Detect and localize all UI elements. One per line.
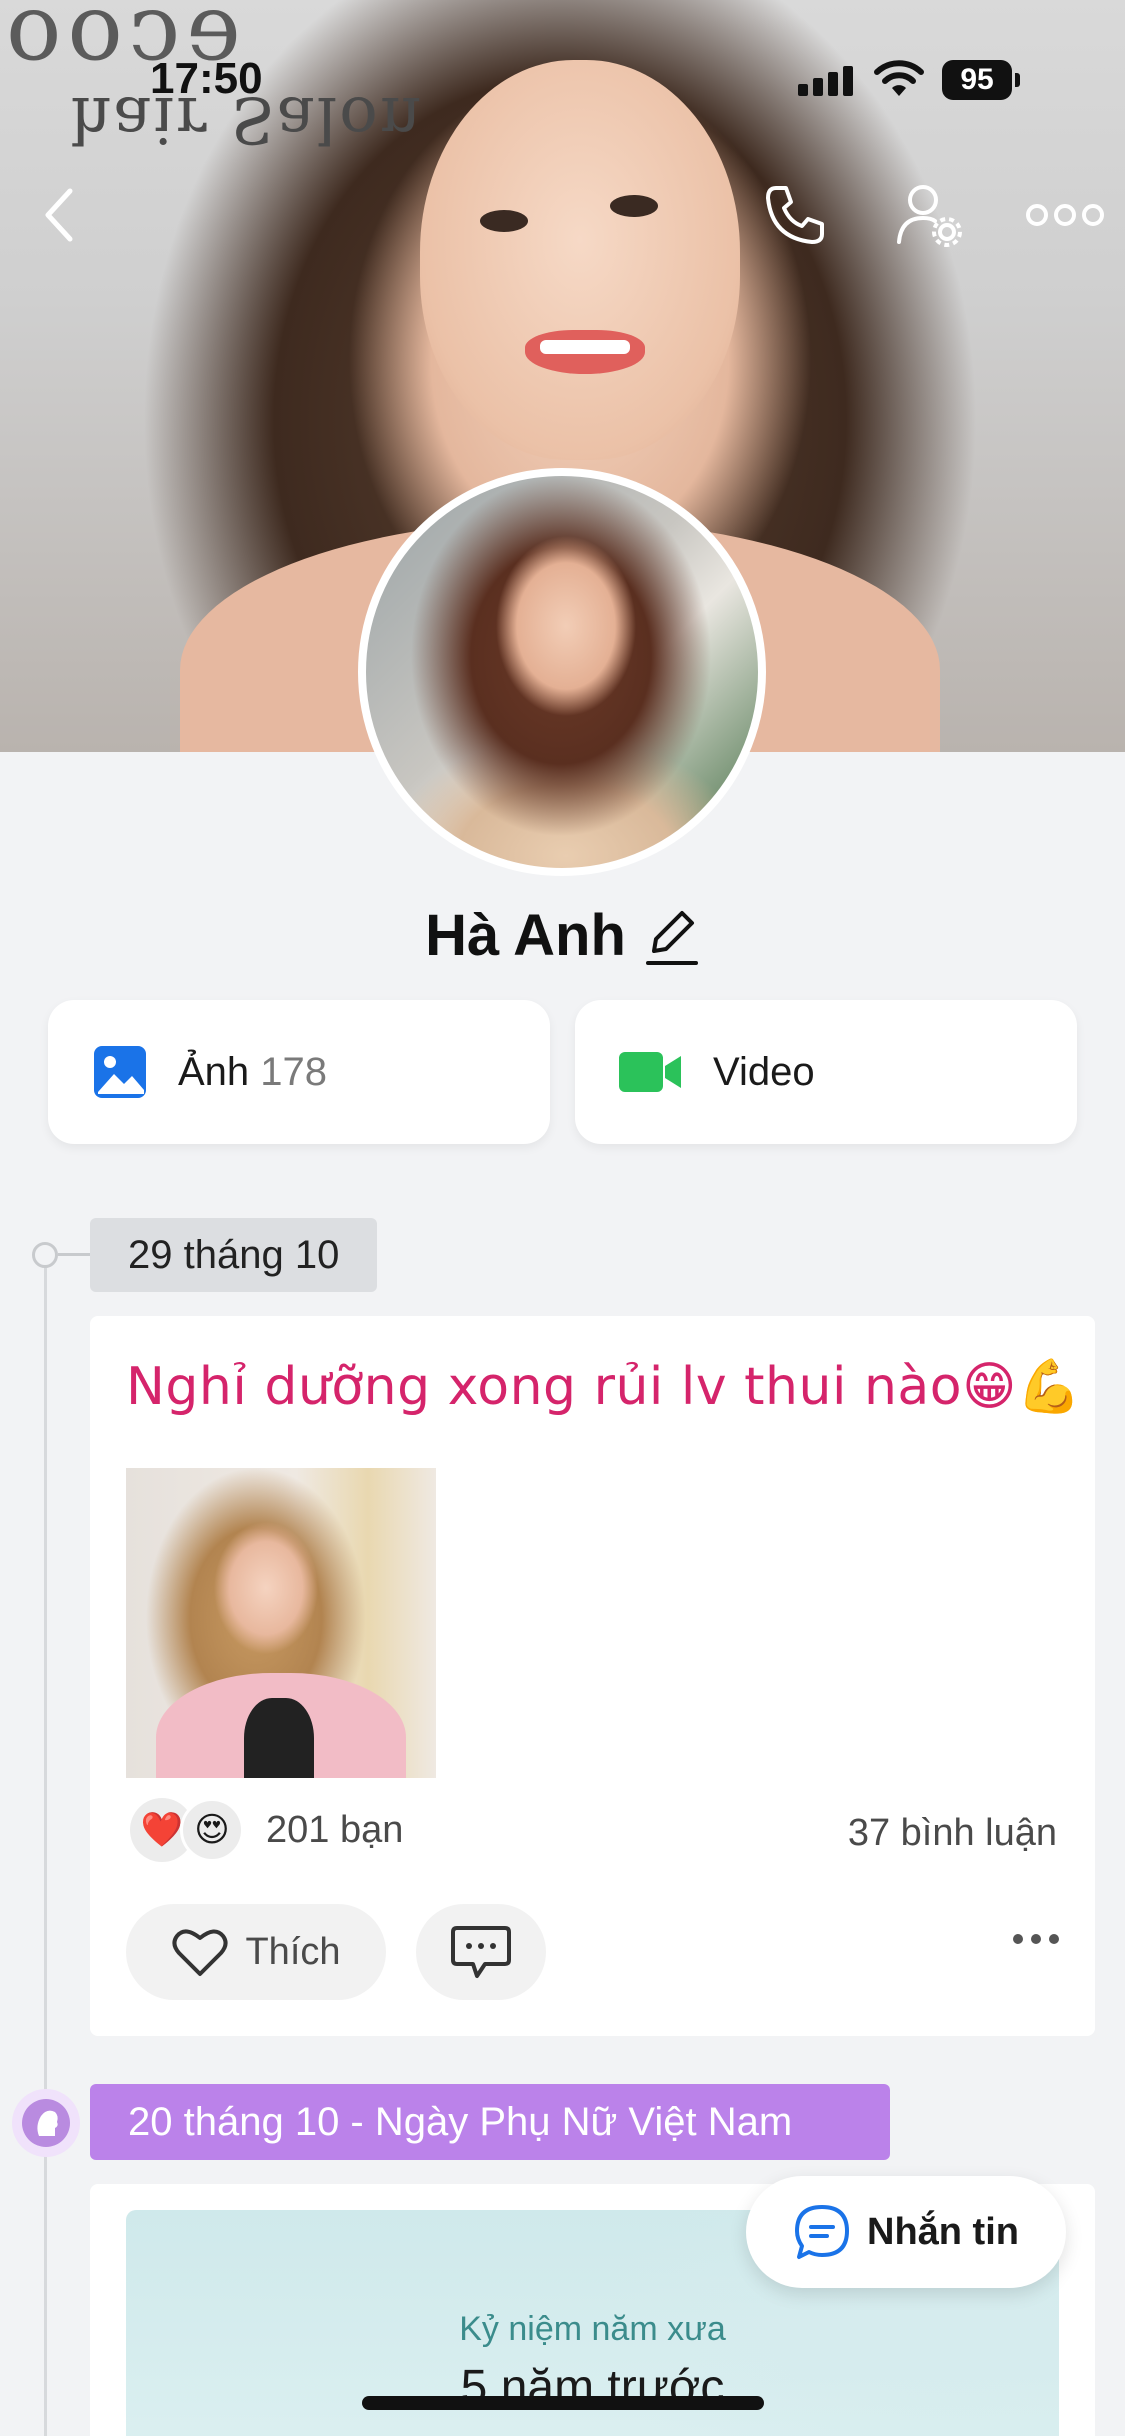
profile-settings-button[interactable] xyxy=(890,175,970,255)
home-indicator xyxy=(362,2396,764,2410)
avatar[interactable] xyxy=(358,468,766,876)
more-icon xyxy=(1026,204,1104,226)
wifi-icon xyxy=(874,60,924,96)
post-more-button[interactable] xyxy=(1013,1934,1059,1944)
back-icon xyxy=(45,188,73,242)
timeline-node xyxy=(32,1242,58,1268)
photos-label: Ảnh xyxy=(178,1049,250,1094)
photos-label-wrap: Ảnh 178 xyxy=(178,1050,327,1095)
timeline-tick xyxy=(58,1253,92,1256)
reaction-summary[interactable]: ❤️ 😍 201 bạn xyxy=(130,1798,403,1862)
photo-inner xyxy=(244,1698,314,1778)
photo-icon xyxy=(94,1046,146,1098)
comment-count[interactable]: 37 bình luận xyxy=(848,1812,1057,1855)
special-day-node xyxy=(12,2089,80,2157)
message-button[interactable]: Nhắn tin xyxy=(746,2176,1066,2288)
woman-profile-icon xyxy=(22,2099,70,2147)
comment-button[interactable] xyxy=(416,1904,546,2000)
love-eyes-reaction: 😍 xyxy=(180,1798,244,1862)
cover-eye-right xyxy=(610,195,658,217)
cover-eye-left xyxy=(480,210,528,232)
status-bar: 17:50 95 xyxy=(0,0,1125,130)
memory-label: Kỷ niệm năm xưa xyxy=(459,2310,726,2348)
heart-icon xyxy=(172,1929,228,1976)
back-button[interactable] xyxy=(20,175,100,255)
phone-icon xyxy=(766,186,824,244)
timeline-line xyxy=(44,1260,47,2436)
status-time: 17:50 xyxy=(150,54,263,103)
profile-name-row: Hà Anh xyxy=(0,902,1125,969)
more-options-button[interactable] xyxy=(1020,175,1110,255)
photos-count: 178 xyxy=(260,1049,328,1094)
profile-name: Hà Anh xyxy=(425,903,626,968)
user-settings-icon xyxy=(897,185,962,247)
message-label: Nhắn tin xyxy=(867,2210,1019,2253)
videos-button[interactable]: Video xyxy=(575,1000,1077,1144)
like-label: Thích xyxy=(245,1930,341,1973)
video-camera-icon xyxy=(619,1052,681,1092)
comment-icon xyxy=(451,1926,511,1978)
photos-button[interactable]: Ảnh 178 xyxy=(48,1000,550,1144)
cover-teeth xyxy=(540,340,630,354)
reaction-count: 201 bạn xyxy=(266,1808,404,1851)
edit-pencil-icon[interactable] xyxy=(644,905,700,967)
video-label: Video xyxy=(713,1049,815,1094)
post-card[interactable]: Nghỉ dưỡng xong rủi lv thui nào😁💪 ❤️ 😍 2… xyxy=(90,1316,1095,2036)
signal-icon xyxy=(798,66,853,96)
battery-indicator: 95 xyxy=(942,60,1020,100)
call-button[interactable] xyxy=(755,175,835,255)
post-photo[interactable] xyxy=(126,1468,436,1778)
timeline-date: 29 tháng 10 xyxy=(90,1218,378,1292)
post-text: Nghỉ dưỡng xong rủi lv thui nào😁💪 xyxy=(126,1357,1083,1417)
chat-bubble-icon xyxy=(795,2205,849,2259)
like-button[interactable]: Thích xyxy=(126,1904,386,2000)
special-day-chip: 20 tháng 10 - Ngày Phụ Nữ Việt Nam xyxy=(90,2084,890,2160)
